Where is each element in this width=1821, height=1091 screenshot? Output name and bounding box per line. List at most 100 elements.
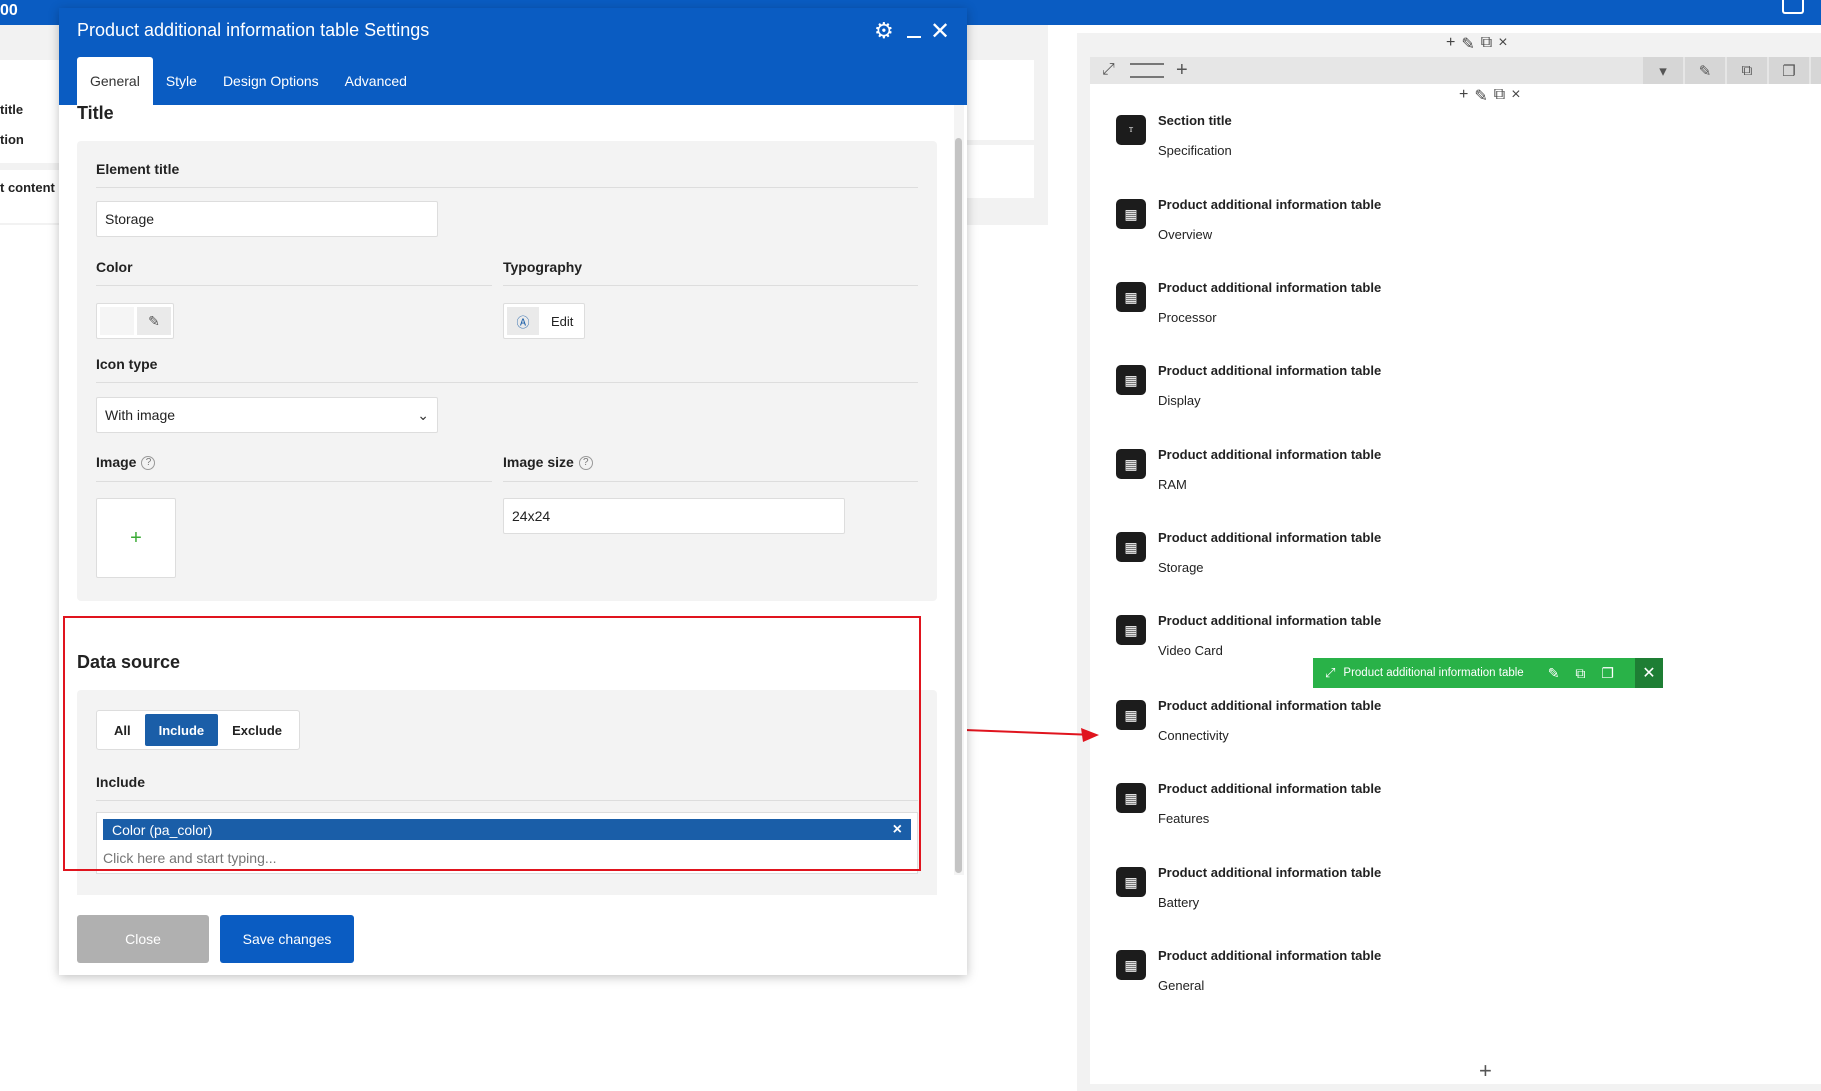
divider (96, 382, 918, 383)
image-size-label: Image size (503, 454, 574, 470)
tab-design-options[interactable]: Design Options (210, 57, 332, 105)
background-card (965, 60, 1034, 140)
edit-icon[interactable]: ✎ (1685, 57, 1725, 84)
table-icon: ▦ (1116, 449, 1146, 479)
edit-icon[interactable]: ✎ (1461, 34, 1474, 54)
edit-icon[interactable]: ✎ (1548, 665, 1560, 682)
title-section-heading: Title (77, 105, 114, 123)
more-icon[interactable] (1811, 57, 1821, 84)
element-name: Product additional information table (1158, 865, 1382, 880)
help-icon[interactable]: ? (141, 456, 156, 471)
close-button[interactable]: Close (77, 915, 209, 963)
help-icon[interactable]: ? (578, 456, 593, 471)
minimize-icon[interactable] (907, 36, 921, 38)
typography-label: Typography (503, 259, 583, 275)
table-icon: ▦ (1116, 615, 1146, 645)
background-item: t content (0, 180, 55, 195)
element-subtitle: Specification (1158, 143, 1232, 158)
element-subtitle: General (1158, 978, 1205, 993)
element-subtitle: Connectivity (1158, 728, 1229, 743)
column-controls: + ✎ ⧉ × (1459, 86, 1521, 106)
copy-icon[interactable]: ❐ (1769, 57, 1809, 84)
element-subtitle: Overview (1158, 227, 1213, 242)
table-icon: ▦ (1116, 532, 1146, 562)
builder-element[interactable]: ▦ Product additional information table Con… (1116, 698, 1516, 758)
title-icon: T (1116, 115, 1146, 145)
add-icon[interactable]: + (1446, 34, 1455, 54)
divider (96, 285, 492, 286)
title-settings-panel: Element title Storage Color ✎ Typography… (77, 141, 937, 601)
builder-element[interactable]: ▦ Product additional information table RAM (1116, 447, 1516, 507)
close-icon[interactable]: × (1498, 34, 1507, 54)
save-changes-button[interactable]: Save changes (220, 915, 354, 963)
table-icon: ▦ (1116, 199, 1146, 229)
element-name: Product additional information table (1158, 698, 1382, 713)
color-picker[interactable]: ✎ (96, 303, 174, 339)
monitor-icon[interactable] (1782, 0, 1804, 14)
builder-row-toolbar: ⤢ + ▾ ✎ ⧉ ❐ (1090, 57, 1821, 84)
typography-icon: Ⓐ (507, 307, 539, 335)
background-card: t content (0, 170, 59, 223)
tab-advanced[interactable]: Advanced (332, 57, 420, 105)
element-hover-toolbar: ⤢ Product additional information table ✎… (1313, 658, 1663, 688)
image-label: Image (96, 454, 137, 470)
chevron-down-icon[interactable]: ▾ (1643, 57, 1683, 84)
element-name: Product additional information table (1158, 948, 1382, 963)
highlight-box (63, 616, 921, 871)
icon-type-label: Icon type (96, 356, 158, 372)
table-icon: ▦ (1116, 783, 1146, 813)
gear-icon[interactable]: ⚙ (874, 18, 894, 44)
element-name: Product additional information table (1158, 781, 1382, 796)
drag-handle-icon[interactable] (1130, 63, 1164, 78)
builder-element[interactable]: ▦ Product additional information table Gen… (1116, 948, 1516, 1008)
add-image-button[interactable]: + (96, 498, 176, 578)
element-subtitle: Battery (1158, 895, 1200, 910)
add-column-icon[interactable]: + (1176, 59, 1188, 82)
typography-edit-button[interactable]: Ⓐ Edit (503, 303, 585, 339)
image-size-input[interactable]: 24x24 (503, 498, 845, 534)
close-icon[interactable]: ✕ (930, 17, 950, 46)
builder-element[interactable]: ▦ Product additional information table Fea… (1116, 781, 1516, 841)
element-subtitle: RAM (1158, 477, 1187, 492)
eyedropper-icon[interactable]: ✎ (137, 307, 171, 335)
clone-icon[interactable]: ⧉ (1727, 57, 1767, 84)
element-title-input[interactable]: Storage (96, 201, 438, 237)
color-swatch[interactable] (100, 307, 134, 335)
clone-icon[interactable]: ⧉ (1575, 665, 1585, 682)
table-icon: ▦ (1116, 950, 1146, 980)
element-name: Product additional information table (1158, 613, 1382, 628)
modal-scrollbar-thumb[interactable] (955, 138, 962, 873)
typography-edit-label: Edit (551, 313, 574, 329)
image-label-row: Image? (96, 454, 156, 471)
modal-footer: Close Save changes (59, 895, 967, 975)
divider (503, 285, 918, 286)
clipboard-icon[interactable]: ⧉ (1494, 86, 1505, 106)
builder-element[interactable]: ▦ Product additional information table Dis… (1116, 363, 1516, 423)
modal-header: Product additional information table Set… (59, 8, 967, 105)
builder-element[interactable]: ▦ Product additional information table Sto… (1116, 530, 1516, 590)
copy-icon[interactable]: ❐ (1601, 665, 1614, 682)
expand-icon[interactable]: ⤢ (1102, 61, 1115, 79)
close-icon[interactable]: × (1511, 86, 1520, 106)
image-size-label-row: Image size? (503, 454, 593, 471)
element-subtitle: Video Card (1158, 643, 1223, 658)
logo: 00 (0, 2, 18, 19)
icon-type-select[interactable]: With image ⌄ (96, 397, 438, 433)
add-icon[interactable]: + (1459, 86, 1468, 106)
icon-type-value: With image (105, 407, 176, 423)
divider (503, 481, 918, 482)
add-element-button[interactable]: + (1479, 1058, 1492, 1084)
builder-element[interactable]: ▦ Product additional information table Ove… (1116, 197, 1516, 257)
clipboard-icon[interactable]: ⧉ (1481, 34, 1492, 54)
element-subtitle: Features (1158, 811, 1210, 826)
table-icon: ▦ (1116, 700, 1146, 730)
builder-element[interactable]: T Section title Specification (1116, 113, 1516, 173)
builder-element[interactable]: ▦ Product additional information table Pro… (1116, 280, 1516, 340)
close-icon[interactable]: ✕ (1635, 658, 1663, 688)
move-icon[interactable]: ⤢ (1325, 665, 1335, 681)
element-name: Product additional information table (1158, 280, 1382, 295)
tab-style[interactable]: Style (153, 57, 210, 105)
tab-general[interactable]: General (77, 57, 153, 105)
builder-element[interactable]: ▦ Product additional information table Bat… (1116, 865, 1516, 925)
edit-icon[interactable]: ✎ (1474, 86, 1487, 106)
